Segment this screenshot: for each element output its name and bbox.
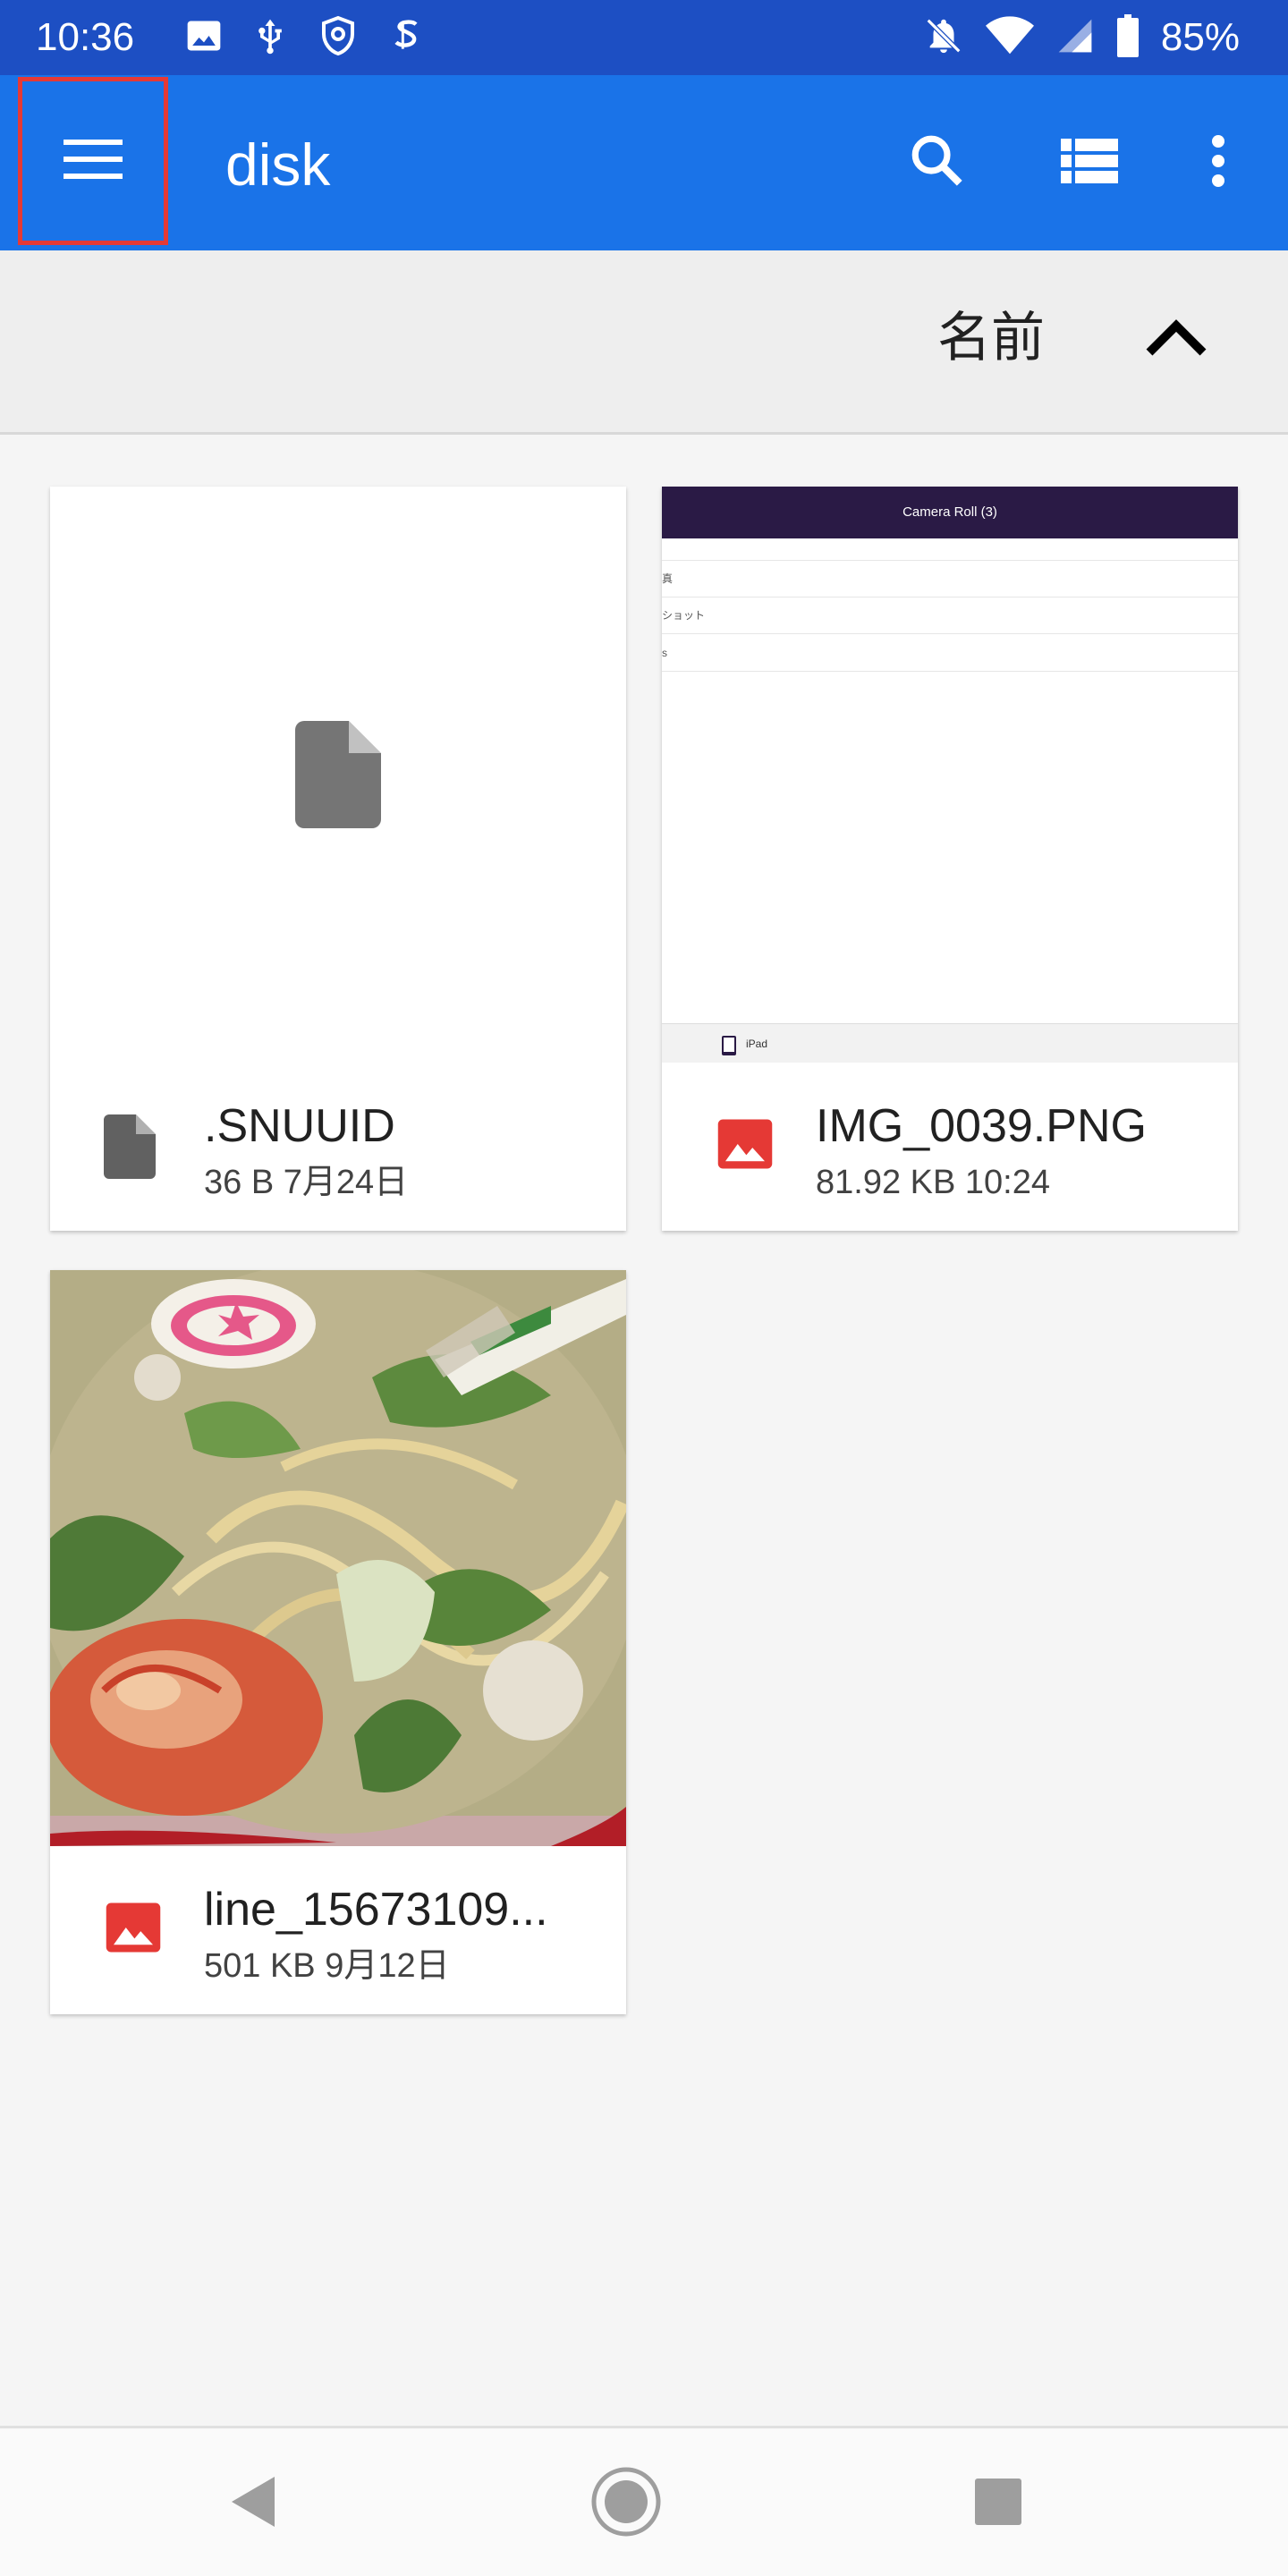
recents-icon [975,2478,1021,2529]
s-app-icon [386,14,426,62]
preview-row: s [662,635,1238,672]
home-icon [590,2466,662,2542]
preview-row-text: ショット [662,609,706,622]
status-right-icons: 85% [923,13,1240,63]
notifications-off-icon [923,15,964,61]
status-bar: 10:36 85% [0,0,1288,75]
file-card-img-0039[interactable]: Camera Roll (3) 真 ショット s iPad IMG_0039.P… [662,487,1238,1231]
image-thumbnail: Camera Roll (3) 真 ショット s iPad [662,487,1238,1063]
status-left-icons [184,13,426,63]
list-view-icon [1061,138,1118,188]
view-toggle-button[interactable] [1045,118,1134,208]
image-thumbnail [50,1270,626,1846]
navigation-bar [0,2426,1288,2576]
chevron-up-icon [1136,319,1216,383]
sort-label[interactable]: 名前 [937,304,1045,372]
file-card-line-image[interactable]: line_15673109... 501 KB 9月12日 [50,1270,626,2014]
search-icon [908,131,967,195]
image-icon [184,16,224,60]
more-vert-icon [1209,134,1227,192]
card-footer: .SNUUID 36 B 7月24日 [50,1063,626,1231]
back-button[interactable] [208,2459,297,2548]
ipad-icon [721,1033,737,1063]
card-footer: IMG_0039.PNG 81.92 KB 10:24 [662,1063,1238,1231]
search-button[interactable] [893,118,982,208]
file-icon [104,1114,166,1186]
file-name: .SNUUID [204,1100,395,1152]
image-icon [716,1114,778,1186]
preview-row-text: 真 [662,572,674,585]
menu-button[interactable] [18,77,168,245]
preview-footer: iPad [662,1023,1238,1063]
file-name: IMG_0039.PNG [816,1100,1147,1152]
file-card-snuuid[interactable]: .SNUUID 36 B 7月24日 [50,487,626,1231]
more-options-button[interactable] [1174,118,1263,208]
preview-row-text: s [662,647,667,659]
preview-row: 真 [662,560,1238,597]
usb-icon [250,16,290,60]
hamburger-menu-icon [64,138,123,185]
home-button[interactable] [581,2459,671,2548]
preview-header: Camera Roll (3) [662,487,1238,538]
file-meta: 501 KB 9月12日 [204,1947,450,1985]
file-meta: 81.92 KB 10:24 [816,1164,1050,1201]
file-name: line_15673109... [204,1884,548,1936]
shield-icon [317,14,360,62]
preview-row: ショット [662,597,1238,634]
file-thumbnail [50,487,626,1063]
preview-header-text: Camera Roll (3) [902,504,997,520]
file-meta: 36 B 7月24日 [204,1164,409,1201]
sort-direction-button[interactable] [1136,299,1216,379]
wifi-icon [985,15,1034,61]
card-footer: line_15673109... 501 KB 9月12日 [50,1846,626,2014]
battery-percent: 85% [1160,15,1240,59]
app-bar: disk [0,75,1288,250]
noodle-soup-photo [50,1270,626,1846]
app-title: disk [225,131,331,198]
signal-icon [1055,16,1095,60]
image-icon [104,1898,166,1970]
status-time: 10:36 [36,15,135,59]
preview-footer-text: iPad [746,1038,768,1050]
recents-button[interactable] [953,2459,1043,2548]
file-large-icon [295,721,381,833]
sort-bar[interactable]: 名前 [0,250,1288,435]
battery-icon [1116,13,1140,62]
back-icon [228,2475,276,2533]
